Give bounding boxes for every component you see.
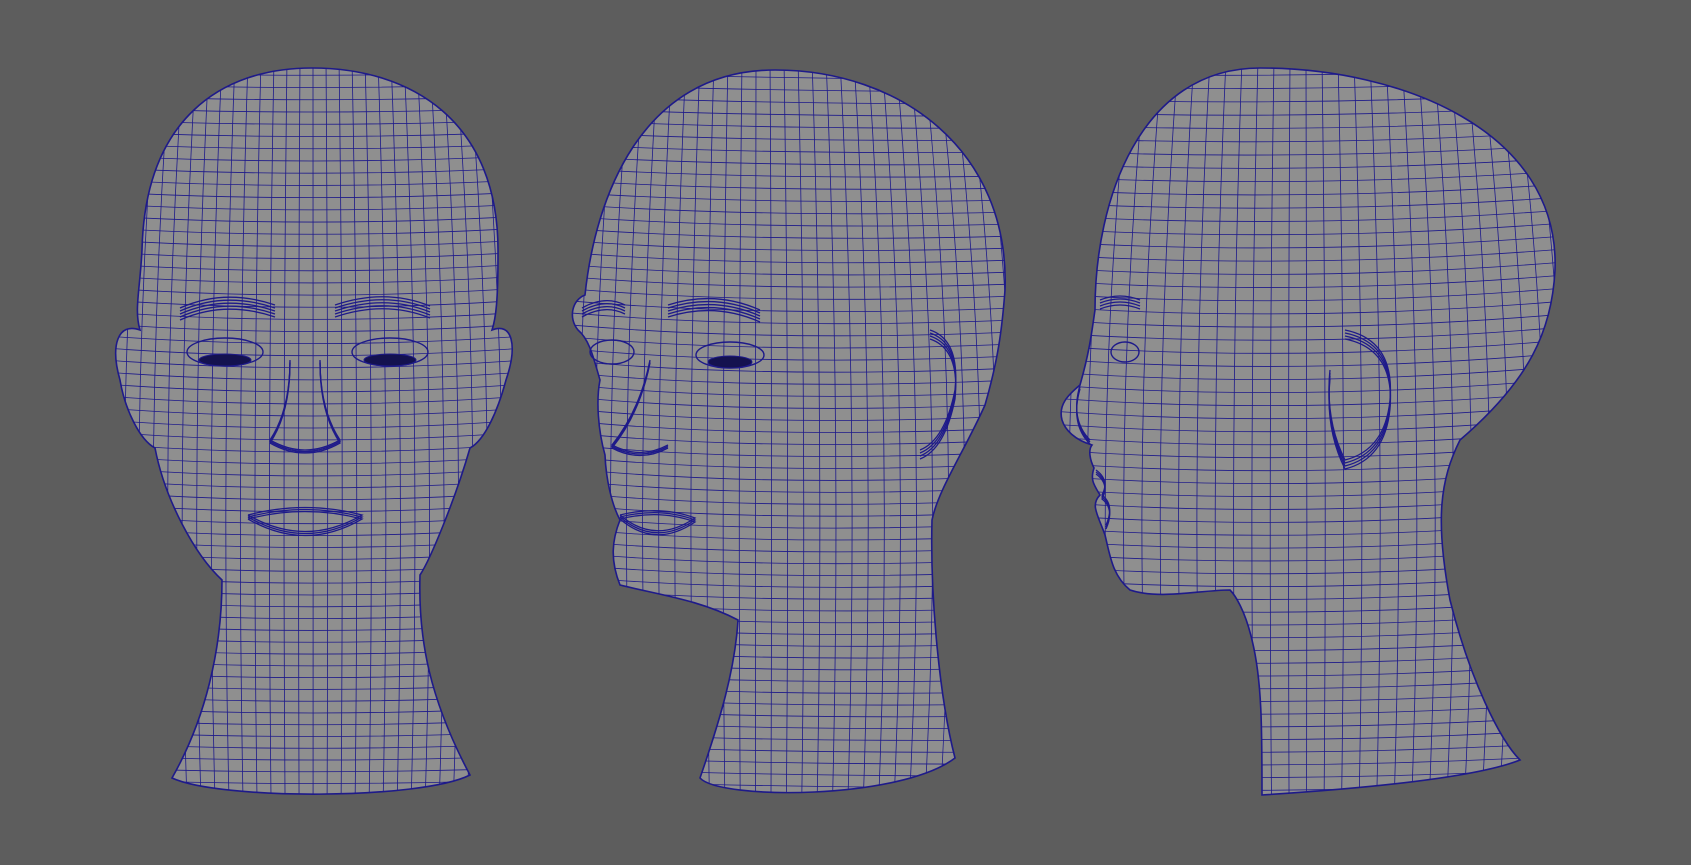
- wire-meridian: [521, 60, 546, 805]
- eyelid-right: [363, 353, 417, 367]
- wire-meridian: [1545, 68, 1556, 795]
- head-front-surface: [115, 68, 513, 795]
- head-three-quarter-view[interactable]: [530, 60, 1046, 812]
- eyelid-left: [198, 353, 252, 367]
- wire-meridian: [115, 68, 132, 795]
- wire-meridian: [572, 70, 575, 793]
- wire-meridian: [1008, 60, 1045, 805]
- wire-meridian: [1061, 68, 1067, 795]
- head-profile-view[interactable]: [1014, 54, 1601, 805]
- wire-meridian: [115, 68, 119, 795]
- wire-meridian: [979, 70, 1006, 793]
- wire-meridian: [1529, 68, 1556, 795]
- 3d-viewport[interactable]: [0, 0, 1691, 865]
- wire-ring: [560, 804, 1015, 812]
- wire-meridian: [993, 70, 1006, 793]
- wire-meridian: [572, 70, 589, 793]
- eyelid-near: [707, 355, 753, 369]
- wire-meridian: [494, 68, 513, 795]
- wire-ring: [560, 60, 1015, 68]
- wire-meridian: [80, 60, 105, 805]
- wire-meridian: [1014, 60, 1050, 805]
- wire-ring: [105, 60, 525, 63]
- viewport-canvas[interactable]: [0, 0, 1691, 865]
- wire-meridian: [507, 68, 513, 795]
- wire-ring: [105, 804, 525, 807]
- wire-meridian: [1562, 60, 1600, 805]
- wire-ring: [1050, 54, 1565, 62]
- wire-ring: [1061, 794, 1556, 795]
- wire-meridian: [530, 60, 560, 805]
- head-front-view[interactable]: [80, 60, 546, 807]
- wire-meridian: [577, 70, 603, 793]
- wire-meridian: [754, 70, 757, 793]
